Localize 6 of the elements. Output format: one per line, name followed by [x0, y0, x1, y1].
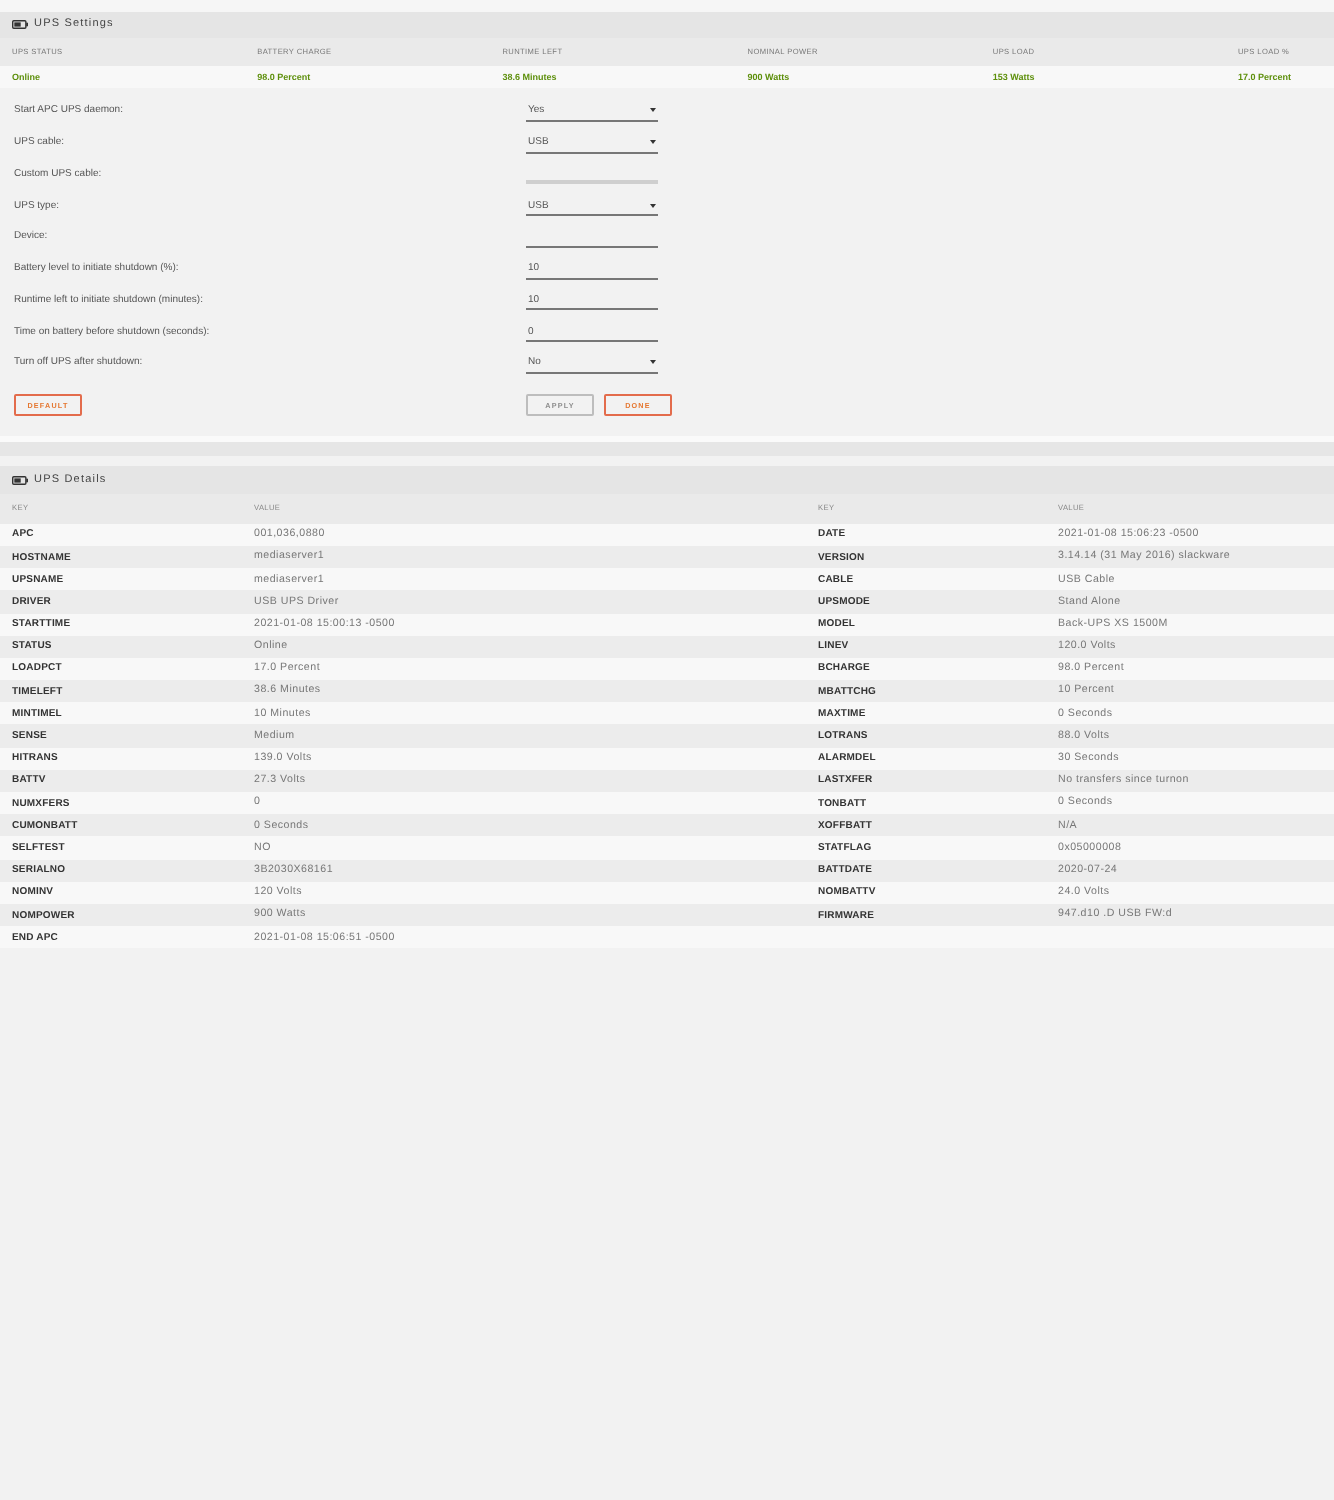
- battery-icon: [12, 476, 28, 485]
- caret-icon: [650, 360, 656, 365]
- caret-icon: [650, 140, 656, 145]
- battery-icon: [12, 20, 28, 30]
- caret-icon: [650, 203, 656, 208]
- caret-icon: [650, 108, 656, 113]
